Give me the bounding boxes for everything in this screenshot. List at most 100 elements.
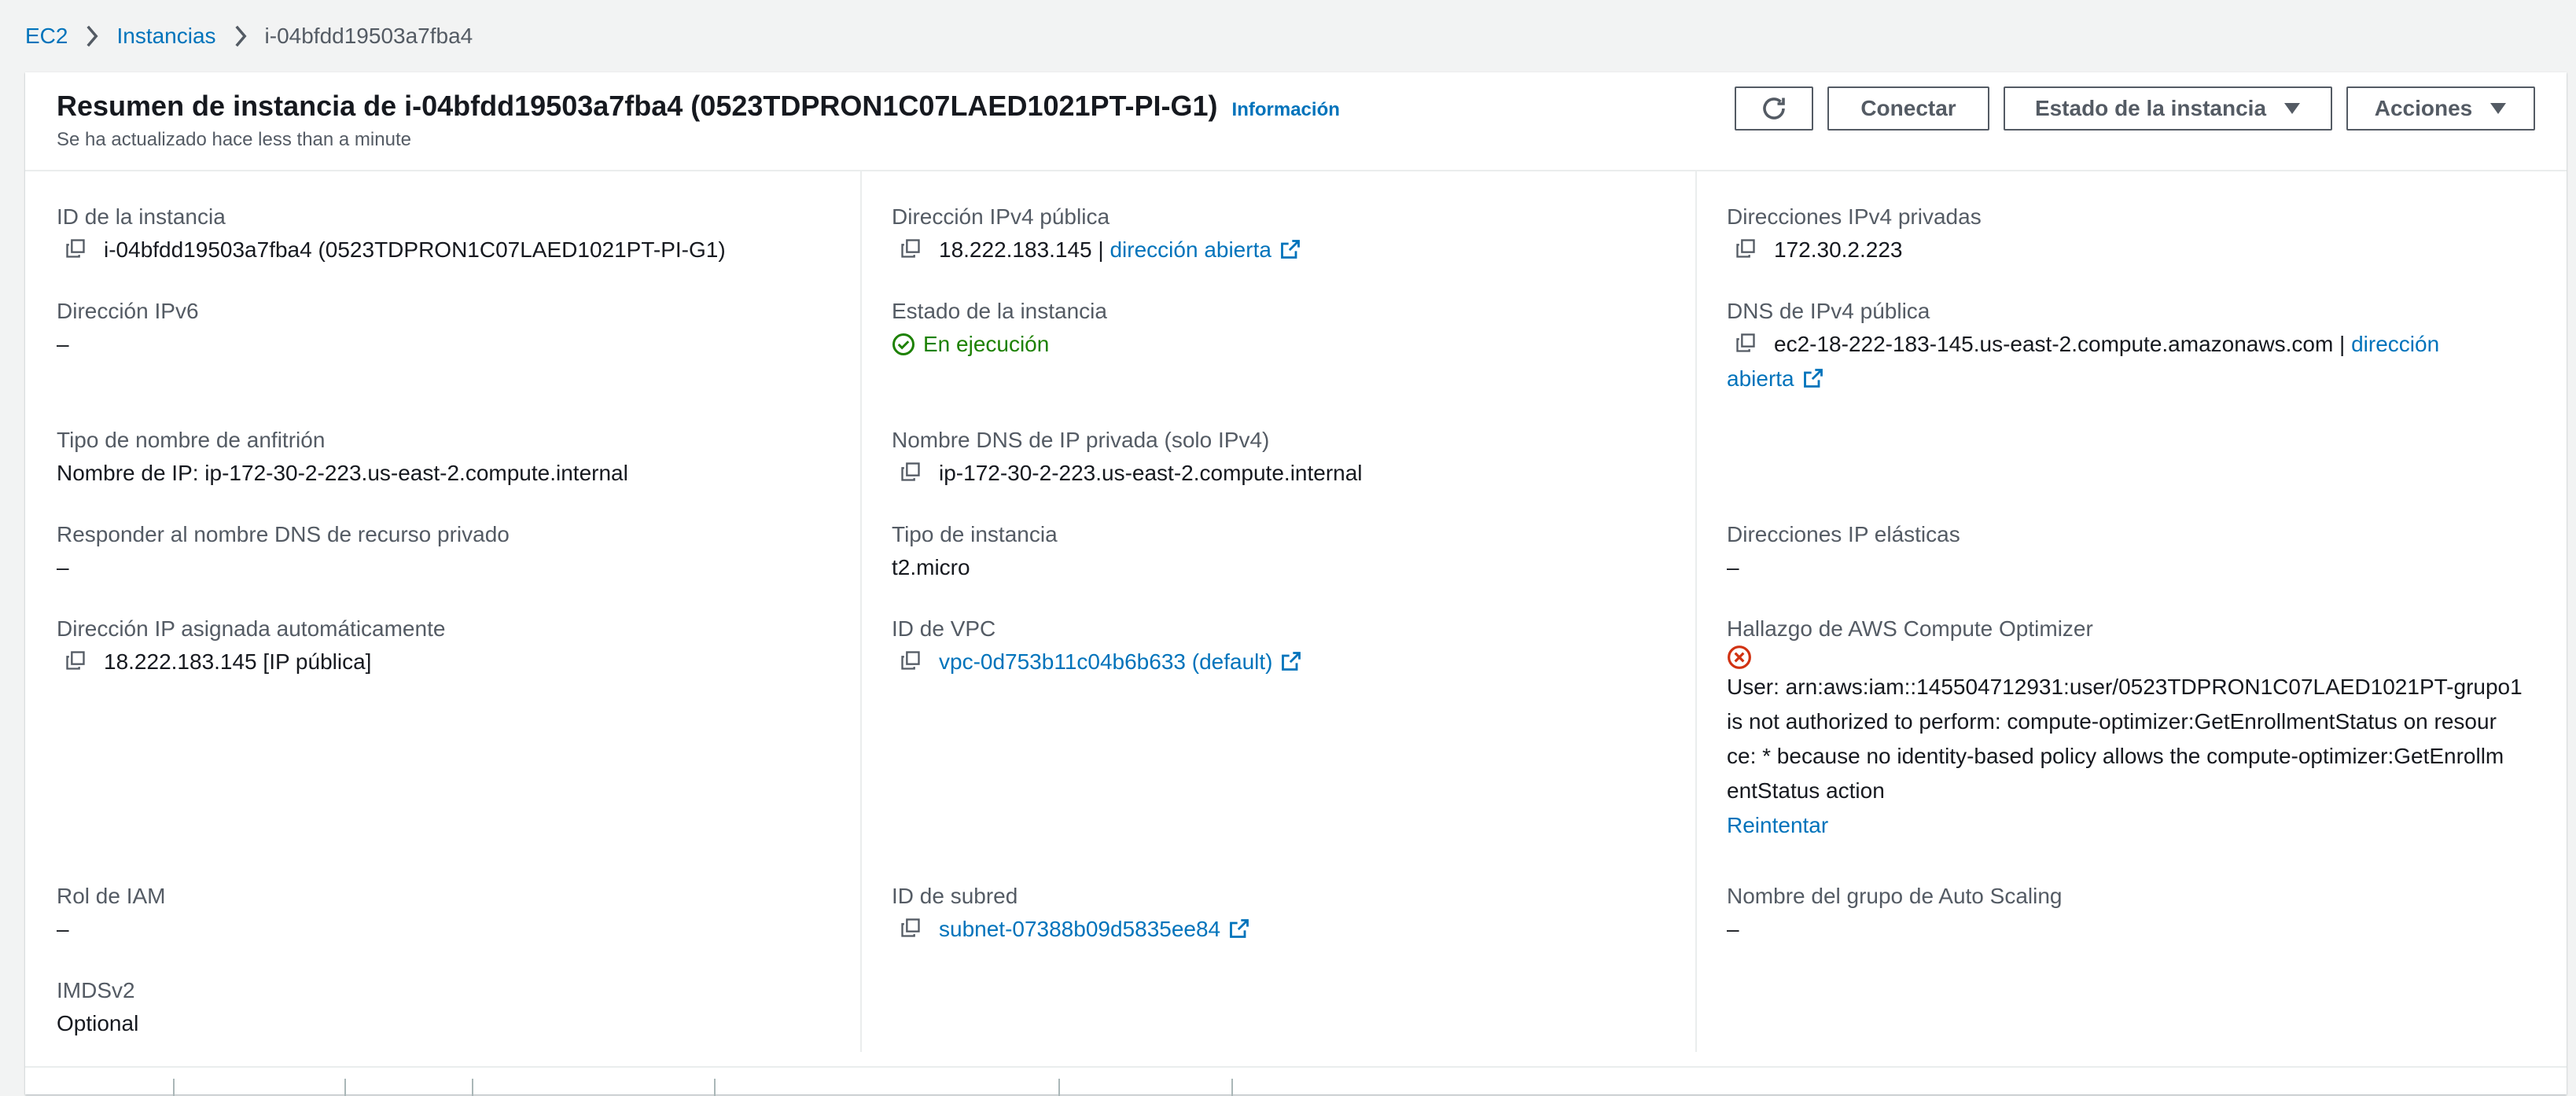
answer-dns-value: – (57, 555, 69, 579)
copy-icon[interactable] (1735, 332, 1760, 357)
field-ipv6: Dirección IPv6 – (57, 296, 859, 362)
tab-divider (1058, 1079, 1060, 1096)
caret-down-icon (2283, 102, 2301, 115)
field-label: Nombre del grupo de Auto Scaling (1727, 884, 2063, 908)
chevron-right-icon (85, 25, 99, 47)
details-grid: ID de la instancia i-04bfdd19503a7fba4 (… (25, 171, 2567, 1052)
field-label: Estado de la instancia (892, 299, 1107, 323)
copy-icon[interactable] (900, 461, 925, 486)
copy-icon[interactable] (64, 649, 90, 675)
breadcrumb-instances[interactable]: Instancias (116, 24, 215, 49)
field-private-ipv4: Direcciones IPv4 privadas 172.30.2.223 (1727, 201, 2560, 267)
open-address-link[interactable]: dirección (2351, 327, 2439, 362)
separator: | (2333, 332, 2352, 356)
instance-type-value: t2.micro (892, 555, 970, 579)
field-label: Hallazgo de AWS Compute Optimizer (1727, 616, 2093, 641)
refresh-icon (1760, 94, 1788, 123)
last-updated-text: Se ha actualizado hace less than a minut… (57, 129, 411, 150)
external-link-icon[interactable] (1228, 918, 1252, 941)
retry-link[interactable]: Reintentar (1727, 808, 1828, 843)
instance-state-value: En ejecución (923, 332, 1050, 356)
field-elastic-ips: Direcciones IP elásticas – (1727, 519, 2560, 585)
details-column-3: Direcciones IPv4 privadas 172.30.2.223 D… (1695, 171, 2560, 1052)
field-label: IMDSv2 (57, 978, 135, 1002)
copy-icon[interactable] (1735, 237, 1760, 263)
field-private-dns: Nombre DNS de IP privada (solo IPv4) ip-… (892, 425, 1694, 491)
breadcrumb: EC2 Instancias i-04bfdd19503a7fba4 (25, 17, 473, 55)
instance-id-value: i-04bfdd19503a7fba4 (0523TDPRON1C07LAED1… (104, 237, 726, 262)
optimizer-error-line: is not authorized to perform: compute-op… (1727, 709, 2497, 734)
instance-summary-panel: Resumen de instancia de i-04bfdd19503a7f… (25, 72, 2567, 1096)
refresh-button[interactable] (1735, 86, 1813, 131)
details-tabs-strip (25, 1066, 2567, 1096)
field-hostname-type: Tipo de nombre de anfitrión Nombre de IP… (57, 425, 859, 491)
external-link-icon[interactable] (1802, 367, 1826, 391)
field-label: Dirección IPv6 (57, 299, 199, 323)
field-public-ipv4: Dirección IPv4 pública 18.222.183.145 | … (892, 201, 1694, 267)
field-vpc: ID de VPC vpc-0d753b11c04b6b633 (default… (892, 613, 1694, 679)
copy-icon[interactable] (900, 917, 925, 942)
imdsv2-value: Optional (57, 1011, 139, 1035)
optimizer-error-line: User: arn:aws:iam::145504712931:user/052… (1727, 675, 2523, 699)
field-answer-dns: Responder al nombre DNS de recurso priva… (57, 519, 859, 585)
copy-icon[interactable] (900, 237, 925, 263)
copy-icon[interactable] (900, 649, 925, 675)
field-label: Dirección IP asignada automáticamente (57, 616, 446, 641)
connect-button[interactable]: Conectar (1827, 86, 1989, 131)
private-dns-value: ip-172-30-2-223.us-east-2.compute.intern… (939, 461, 1363, 485)
field-label: Tipo de instancia (892, 522, 1058, 546)
tab-divider (344, 1079, 346, 1096)
field-compute-optimizer: Hallazgo de AWS Compute Optimizer User: … (1727, 613, 2560, 843)
elastic-ips-value: – (1727, 555, 1739, 579)
info-link[interactable]: Información (1232, 99, 1340, 121)
breadcrumb-ec2[interactable]: EC2 (25, 24, 68, 49)
field-label: ID de VPC (892, 616, 996, 641)
field-iam-role: Rol de IAM – (57, 881, 859, 947)
field-label: Rol de IAM (57, 884, 166, 908)
field-instance-type: Tipo de instancia t2.micro (892, 519, 1694, 585)
breadcrumb-current: i-04bfdd19503a7fba4 (264, 24, 473, 48)
ipv6-value: – (57, 332, 69, 356)
header-actions: Conectar Estado de la instancia Acciones (1735, 86, 2535, 131)
tab-divider (472, 1079, 473, 1096)
field-instance-id: ID de la instancia i-04bfdd19503a7fba4 (… (57, 201, 859, 267)
field-label: Direcciones IP elásticas (1727, 522, 1960, 546)
private-ipv4-value: 172.30.2.223 (1774, 237, 1903, 262)
asg-value: – (1727, 917, 1739, 941)
instance-state-dropdown[interactable]: Estado de la instancia (2004, 86, 2332, 131)
tab-divider (1231, 1079, 1233, 1096)
subnet-link[interactable]: subnet-07388b09d5835ee84 (939, 912, 1220, 947)
field-label: Direcciones IPv4 privadas (1727, 204, 1982, 229)
caret-down-icon (2490, 102, 2507, 115)
open-address-link[interactable]: dirección abierta (1110, 233, 1271, 267)
field-label: Nombre DNS de IP privada (solo IPv4) (892, 428, 1270, 452)
external-link-icon[interactable] (1280, 650, 1304, 674)
field-label: Dirección IPv4 pública (892, 204, 1110, 229)
external-link-icon[interactable] (1279, 238, 1303, 262)
iam-role-value: – (57, 917, 69, 941)
public-ipv4-value: 18.222.183.145 (939, 237, 1092, 262)
field-label: DNS de IPv4 pública (1727, 299, 1930, 323)
chevron-right-icon (234, 25, 248, 47)
auto-ip-value: 18.222.183.145 [IP pública] (104, 649, 372, 674)
instance-state-label: Estado de la instancia (2034, 96, 2267, 120)
open-address-link-continued[interactable]: abierta (1727, 362, 1794, 396)
field-label: ID de subred (892, 884, 1018, 908)
optimizer-error-line: entStatus action (1727, 778, 1885, 803)
connect-button-label: Conectar (1860, 96, 1956, 120)
field-public-dns: DNS de IPv4 pública ec2-18-222-183-145.u… (1727, 296, 2560, 396)
actions-label: Acciones (2374, 96, 2473, 120)
field-imdsv2: IMDSv2 Optional (57, 975, 859, 1041)
panel-header: Resumen de instancia de i-04bfdd19503a7f… (25, 72, 2567, 171)
vpc-link[interactable]: vpc-0d753b11c04b6b633 (default) (939, 645, 1272, 679)
tab-divider (714, 1079, 716, 1096)
field-auto-ip: Dirección IP asignada automáticamente 18… (57, 613, 859, 679)
copy-icon[interactable] (64, 237, 90, 263)
hostname-type-value: Nombre de IP: ip-172-30-2-223.us-east-2.… (57, 461, 628, 485)
status-success-icon (892, 333, 923, 356)
field-asg: Nombre del grupo de Auto Scaling – (1727, 881, 2560, 947)
actions-dropdown[interactable]: Acciones (2346, 86, 2535, 131)
field-instance-state: Estado de la instancia En ejecución (892, 296, 1694, 362)
error-icon (1727, 645, 2560, 670)
details-column-1: ID de la instancia i-04bfdd19503a7fba4 (… (57, 171, 859, 1052)
